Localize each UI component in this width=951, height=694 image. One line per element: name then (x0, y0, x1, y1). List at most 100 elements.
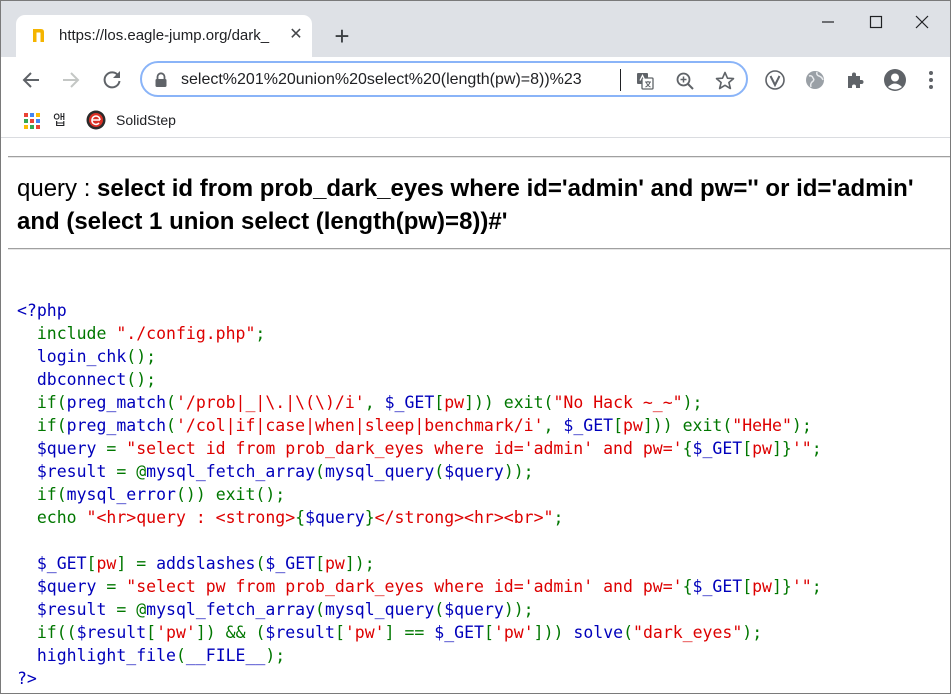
toolbar: select%201%20union%20select%20(length(pw… (1, 57, 950, 102)
address-bar[interactable]: select%201%20union%20select%20(length(pw… (140, 61, 748, 97)
code-token: ])) exit( (464, 393, 554, 412)
code-token: '" (791, 577, 812, 596)
code-token: "No Hack ~_~" (553, 393, 683, 412)
code-token: dbconnect (17, 370, 127, 389)
code-token: ] == (384, 623, 435, 642)
code-line: <?php (17, 299, 942, 322)
code-token: $_GET (563, 416, 614, 435)
code-token: [ (742, 577, 753, 596)
forward-arrow-icon[interactable] (56, 65, 86, 95)
bookmarks-bar: 앱 SolidStep (1, 102, 950, 138)
php-source-code: <?php include "./config.php"; login_chk(… (17, 299, 942, 690)
code-token: echo (17, 508, 87, 527)
code-line: include "./config.php"; (17, 322, 942, 345)
maximize-icon[interactable] (861, 9, 891, 35)
code-token: if( (17, 485, 67, 504)
translate-icon[interactable] (634, 70, 656, 92)
code-token: ( (434, 600, 445, 619)
code-line: highlight_file(__FILE__); (17, 644, 942, 667)
code-token: preg_match (66, 416, 167, 435)
code-line: $_GET[pw] = addslashes($_GET[pw]); (17, 552, 942, 575)
code-token: )); (503, 462, 534, 481)
new-tab-button[interactable]: + (328, 23, 356, 51)
code-token: ( (166, 393, 176, 412)
code-token: [ (483, 623, 494, 642)
code-token: if( (17, 416, 67, 435)
code-token: include (17, 324, 117, 343)
code-token: mysql_error (66, 485, 176, 504)
code-line: $query = "select pw from prob_dark_eyes … (17, 575, 942, 598)
code-token: solve (573, 623, 624, 642)
bookmark-label: SolidStep (116, 112, 176, 128)
code-line: if(($result['pw']) && ($result['pw'] == … (17, 621, 942, 644)
code-token: "<hr>query : <strong> (86, 508, 296, 527)
globe-extension-icon[interactable] (803, 68, 827, 92)
extensions-puzzle-icon[interactable] (843, 68, 867, 92)
code-token: ); (265, 646, 286, 665)
reload-icon[interactable] (97, 65, 127, 95)
window-close-icon[interactable] (907, 9, 937, 35)
query-text: select id from prob_dark_eyes where id='… (17, 175, 914, 235)
tab-title: https://los.eagle-jump.org/dark_ (59, 27, 270, 44)
vivaldi-extension-icon[interactable] (763, 68, 787, 92)
query-output: query : select id from prob_dark_eyes wh… (17, 172, 942, 238)
code-token: pw (96, 554, 117, 573)
code-token: $_GET (17, 554, 87, 573)
code-line: login_chk(); (17, 345, 942, 368)
code-token: ]); (344, 554, 375, 573)
code-token: pw (752, 577, 772, 596)
code-token: ; (553, 508, 564, 527)
code-line: if(preg_match('/prob|_|\.|\(\)/i', $_GET… (17, 391, 942, 414)
code-line: $result = @mysql_fetch_array(mysql_query… (17, 598, 942, 621)
chrome-menu-icon[interactable] (919, 68, 943, 92)
code-token: = @ (116, 462, 147, 481)
lock-icon[interactable] (154, 72, 168, 88)
code-token: , (543, 416, 564, 435)
code-token: "./config.php" (116, 324, 256, 343)
solidstep-logo-icon (86, 110, 106, 130)
code-token: $result (265, 623, 335, 642)
code-token: 'pw' (344, 623, 385, 642)
code-token: } (364, 508, 375, 527)
zoom-icon[interactable] (674, 70, 696, 92)
back-arrow-icon[interactable] (16, 65, 46, 95)
code-token: (); (126, 370, 157, 389)
page-content: query : select id from prob_dark_eyes wh… (1, 139, 950, 693)
code-token: mysql_fetch_array (146, 600, 316, 619)
code-line: if(mysql_error()) exit(); (17, 483, 942, 506)
code-token: $query (17, 577, 107, 596)
code-token: { (295, 508, 306, 527)
code-token: ( (623, 623, 634, 642)
code-token: ]} (772, 577, 792, 596)
code-token: { (682, 439, 693, 458)
code-token: "select pw from prob_dark_eyes where id=… (126, 577, 683, 596)
profile-avatar-icon[interactable] (883, 68, 907, 92)
code-line: $result = @mysql_fetch_array(mysql_query… (17, 460, 942, 483)
url-input[interactable]: select%201%20union%20select%20(length(pw… (181, 71, 626, 89)
minimize-icon[interactable] (813, 9, 843, 35)
code-token: pw (444, 393, 465, 412)
code-token: login_chk (17, 347, 127, 366)
code-token: $_GET (434, 623, 484, 642)
horizontal-rule (8, 156, 950, 158)
code-token: mysql_query (324, 600, 435, 619)
code-token: pw (623, 416, 643, 435)
code-token: [ (315, 554, 325, 573)
code-token: $query (305, 508, 365, 527)
code-token: ); (742, 623, 763, 642)
bookmark-star-icon[interactable] (714, 70, 736, 92)
code-token: (); (126, 347, 157, 366)
browser-window: https://los.eagle-jump.org/dark_ ✕ + sel… (0, 0, 951, 694)
code-token: ]} (772, 439, 792, 458)
code-line: ?> (17, 667, 942, 690)
tab-close-icon[interactable]: ✕ (286, 25, 306, 45)
active-tab[interactable]: https://los.eagle-jump.org/dark_ ✕ (16, 15, 312, 57)
code-token: $result (76, 623, 147, 642)
code-token: , (364, 393, 385, 412)
code-token: "dark_eyes" (633, 623, 743, 642)
code-token: ]) && ( (195, 623, 266, 642)
code-token: )); (503, 600, 534, 619)
code-token: addslashes (156, 554, 256, 573)
bookmark-label: 앱 (53, 112, 66, 128)
code-token: ; (811, 577, 822, 596)
